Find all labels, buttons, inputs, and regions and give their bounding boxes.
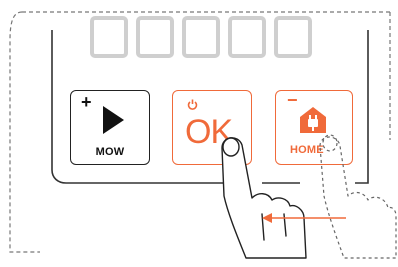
mow-button[interactable]: + MOW [70, 90, 150, 165]
mow-label: MOW [95, 146, 125, 158]
home-label: HOME [290, 144, 324, 156]
control-panel-illustration: 00000 + MOW OK − HOME [0, 0, 398, 267]
home-button[interactable]: − HOME [275, 90, 353, 165]
power-icon [187, 99, 198, 110]
plus-icon: + [81, 92, 92, 112]
ok-label: OK [185, 113, 233, 151]
play-icon [103, 106, 124, 134]
minus-icon: − [287, 90, 298, 110]
ok-button[interactable]: OK [172, 90, 252, 165]
swipe-left-arrow [262, 213, 346, 223]
home-charging-icon [300, 107, 326, 133]
